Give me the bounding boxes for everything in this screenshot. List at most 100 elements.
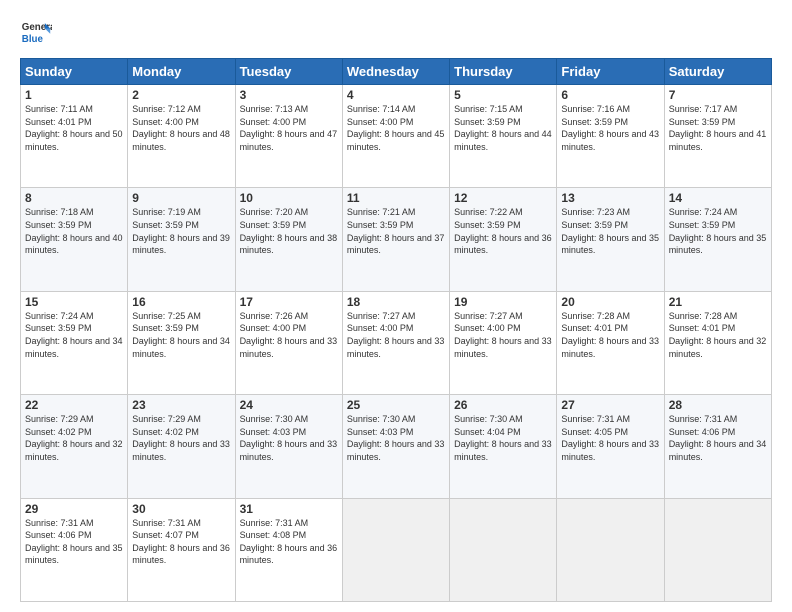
calendar-cell: 10Sunrise: 7:20 AMSunset: 3:59 PMDayligh… xyxy=(235,188,342,291)
day-info: Sunrise: 7:28 AMSunset: 4:01 PMDaylight:… xyxy=(669,310,767,360)
day-number: 31 xyxy=(240,502,338,516)
calendar-cell: 28Sunrise: 7:31 AMSunset: 4:06 PMDayligh… xyxy=(664,395,771,498)
calendar-cell: 12Sunrise: 7:22 AMSunset: 3:59 PMDayligh… xyxy=(450,188,557,291)
calendar-header-monday: Monday xyxy=(128,59,235,85)
calendar-cell: 18Sunrise: 7:27 AMSunset: 4:00 PMDayligh… xyxy=(342,291,449,394)
day-number: 21 xyxy=(669,295,767,309)
calendar-cell: 15Sunrise: 7:24 AMSunset: 3:59 PMDayligh… xyxy=(21,291,128,394)
day-number: 3 xyxy=(240,88,338,102)
day-number: 4 xyxy=(347,88,445,102)
header: General Blue xyxy=(20,16,772,48)
page: General Blue SundayMondayTuesdayWednesda… xyxy=(0,0,792,612)
day-info: Sunrise: 7:17 AMSunset: 3:59 PMDaylight:… xyxy=(669,103,767,153)
calendar-cell: 11Sunrise: 7:21 AMSunset: 3:59 PMDayligh… xyxy=(342,188,449,291)
day-number: 5 xyxy=(454,88,552,102)
day-info: Sunrise: 7:30 AMSunset: 4:04 PMDaylight:… xyxy=(454,413,552,463)
day-number: 29 xyxy=(25,502,123,516)
calendar-cell: 3Sunrise: 7:13 AMSunset: 4:00 PMDaylight… xyxy=(235,85,342,188)
day-info: Sunrise: 7:31 AMSunset: 4:06 PMDaylight:… xyxy=(25,517,123,567)
calendar-header-wednesday: Wednesday xyxy=(342,59,449,85)
day-info: Sunrise: 7:18 AMSunset: 3:59 PMDaylight:… xyxy=(25,206,123,256)
day-info: Sunrise: 7:16 AMSunset: 3:59 PMDaylight:… xyxy=(561,103,659,153)
day-info: Sunrise: 7:27 AMSunset: 4:00 PMDaylight:… xyxy=(454,310,552,360)
calendar-cell: 14Sunrise: 7:24 AMSunset: 3:59 PMDayligh… xyxy=(664,188,771,291)
calendar-header-saturday: Saturday xyxy=(664,59,771,85)
calendar-header-sunday: Sunday xyxy=(21,59,128,85)
day-info: Sunrise: 7:19 AMSunset: 3:59 PMDaylight:… xyxy=(132,206,230,256)
calendar-cell: 19Sunrise: 7:27 AMSunset: 4:00 PMDayligh… xyxy=(450,291,557,394)
calendar-cell: 4Sunrise: 7:14 AMSunset: 4:00 PMDaylight… xyxy=(342,85,449,188)
day-number: 16 xyxy=(132,295,230,309)
day-number: 14 xyxy=(669,191,767,205)
day-info: Sunrise: 7:24 AMSunset: 3:59 PMDaylight:… xyxy=(25,310,123,360)
day-number: 20 xyxy=(561,295,659,309)
calendar-cell: 7Sunrise: 7:17 AMSunset: 3:59 PMDaylight… xyxy=(664,85,771,188)
day-number: 27 xyxy=(561,398,659,412)
day-info: Sunrise: 7:25 AMSunset: 3:59 PMDaylight:… xyxy=(132,310,230,360)
day-info: Sunrise: 7:31 AMSunset: 4:07 PMDaylight:… xyxy=(132,517,230,567)
calendar-cell xyxy=(664,498,771,601)
day-number: 6 xyxy=(561,88,659,102)
day-info: Sunrise: 7:31 AMSunset: 4:08 PMDaylight:… xyxy=(240,517,338,567)
calendar-cell: 2Sunrise: 7:12 AMSunset: 4:00 PMDaylight… xyxy=(128,85,235,188)
calendar-week-2: 8Sunrise: 7:18 AMSunset: 3:59 PMDaylight… xyxy=(21,188,772,291)
calendar-week-3: 15Sunrise: 7:24 AMSunset: 3:59 PMDayligh… xyxy=(21,291,772,394)
day-number: 22 xyxy=(25,398,123,412)
calendar-cell: 21Sunrise: 7:28 AMSunset: 4:01 PMDayligh… xyxy=(664,291,771,394)
calendar-cell: 26Sunrise: 7:30 AMSunset: 4:04 PMDayligh… xyxy=(450,395,557,498)
calendar-cell: 27Sunrise: 7:31 AMSunset: 4:05 PMDayligh… xyxy=(557,395,664,498)
calendar-cell xyxy=(450,498,557,601)
logo: General Blue xyxy=(20,16,52,48)
day-number: 11 xyxy=(347,191,445,205)
svg-text:Blue: Blue xyxy=(22,34,44,45)
calendar-header-friday: Friday xyxy=(557,59,664,85)
day-info: Sunrise: 7:24 AMSunset: 3:59 PMDaylight:… xyxy=(669,206,767,256)
calendar-week-1: 1Sunrise: 7:11 AMSunset: 4:01 PMDaylight… xyxy=(21,85,772,188)
day-number: 26 xyxy=(454,398,552,412)
calendar-cell: 13Sunrise: 7:23 AMSunset: 3:59 PMDayligh… xyxy=(557,188,664,291)
day-info: Sunrise: 7:21 AMSunset: 3:59 PMDaylight:… xyxy=(347,206,445,256)
calendar-cell: 9Sunrise: 7:19 AMSunset: 3:59 PMDaylight… xyxy=(128,188,235,291)
calendar-header-row: SundayMondayTuesdayWednesdayThursdayFrid… xyxy=(21,59,772,85)
day-number: 30 xyxy=(132,502,230,516)
day-number: 2 xyxy=(132,88,230,102)
day-number: 8 xyxy=(25,191,123,205)
day-info: Sunrise: 7:20 AMSunset: 3:59 PMDaylight:… xyxy=(240,206,338,256)
calendar-cell: 1Sunrise: 7:11 AMSunset: 4:01 PMDaylight… xyxy=(21,85,128,188)
day-info: Sunrise: 7:31 AMSunset: 4:05 PMDaylight:… xyxy=(561,413,659,463)
calendar-cell: 31Sunrise: 7:31 AMSunset: 4:08 PMDayligh… xyxy=(235,498,342,601)
day-number: 13 xyxy=(561,191,659,205)
day-number: 23 xyxy=(132,398,230,412)
day-number: 19 xyxy=(454,295,552,309)
day-number: 18 xyxy=(347,295,445,309)
calendar-cell: 24Sunrise: 7:30 AMSunset: 4:03 PMDayligh… xyxy=(235,395,342,498)
day-number: 15 xyxy=(25,295,123,309)
calendar-cell: 23Sunrise: 7:29 AMSunset: 4:02 PMDayligh… xyxy=(128,395,235,498)
calendar-cell: 29Sunrise: 7:31 AMSunset: 4:06 PMDayligh… xyxy=(21,498,128,601)
calendar-header-thursday: Thursday xyxy=(450,59,557,85)
day-number: 9 xyxy=(132,191,230,205)
logo-icon: General Blue xyxy=(20,16,52,48)
day-info: Sunrise: 7:30 AMSunset: 4:03 PMDaylight:… xyxy=(240,413,338,463)
day-info: Sunrise: 7:30 AMSunset: 4:03 PMDaylight:… xyxy=(347,413,445,463)
day-info: Sunrise: 7:28 AMSunset: 4:01 PMDaylight:… xyxy=(561,310,659,360)
day-number: 12 xyxy=(454,191,552,205)
calendar-cell: 30Sunrise: 7:31 AMSunset: 4:07 PMDayligh… xyxy=(128,498,235,601)
calendar-week-4: 22Sunrise: 7:29 AMSunset: 4:02 PMDayligh… xyxy=(21,395,772,498)
calendar-cell: 5Sunrise: 7:15 AMSunset: 3:59 PMDaylight… xyxy=(450,85,557,188)
day-info: Sunrise: 7:31 AMSunset: 4:06 PMDaylight:… xyxy=(669,413,767,463)
calendar-header-tuesday: Tuesday xyxy=(235,59,342,85)
day-info: Sunrise: 7:13 AMSunset: 4:00 PMDaylight:… xyxy=(240,103,338,153)
day-info: Sunrise: 7:12 AMSunset: 4:00 PMDaylight:… xyxy=(132,103,230,153)
day-info: Sunrise: 7:22 AMSunset: 3:59 PMDaylight:… xyxy=(454,206,552,256)
calendar-cell: 25Sunrise: 7:30 AMSunset: 4:03 PMDayligh… xyxy=(342,395,449,498)
calendar-cell: 22Sunrise: 7:29 AMSunset: 4:02 PMDayligh… xyxy=(21,395,128,498)
day-info: Sunrise: 7:14 AMSunset: 4:00 PMDaylight:… xyxy=(347,103,445,153)
day-info: Sunrise: 7:29 AMSunset: 4:02 PMDaylight:… xyxy=(25,413,123,463)
calendar-cell: 8Sunrise: 7:18 AMSunset: 3:59 PMDaylight… xyxy=(21,188,128,291)
day-info: Sunrise: 7:23 AMSunset: 3:59 PMDaylight:… xyxy=(561,206,659,256)
day-number: 1 xyxy=(25,88,123,102)
day-info: Sunrise: 7:26 AMSunset: 4:00 PMDaylight:… xyxy=(240,310,338,360)
calendar-cell: 20Sunrise: 7:28 AMSunset: 4:01 PMDayligh… xyxy=(557,291,664,394)
day-info: Sunrise: 7:29 AMSunset: 4:02 PMDaylight:… xyxy=(132,413,230,463)
